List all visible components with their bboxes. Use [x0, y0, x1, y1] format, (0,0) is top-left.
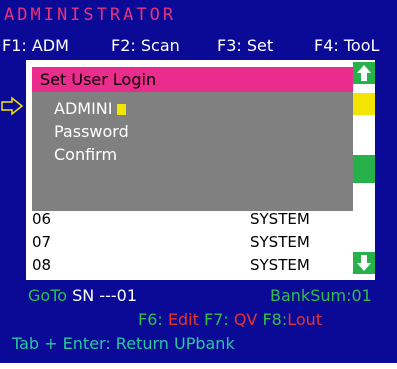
f1-adm-key[interactable]: F1: ADM — [2, 35, 69, 57]
function-key-bar: F1: ADM F2: Scan F3: Set F4: TooL — [0, 35, 397, 57]
f7-key: F7: — [203, 310, 229, 329]
f3-set-key[interactable]: F3: Set — [217, 35, 273, 57]
f7-qv-action[interactable]: QV — [234, 310, 258, 329]
f4-tool-key[interactable]: F4: TooL — [314, 35, 379, 57]
sn-label: SN ---01 — [72, 286, 138, 305]
scroll-down-button[interactable] — [353, 252, 375, 274]
scrollbar[interactable] — [353, 60, 375, 280]
arrow-up-icon — [357, 65, 371, 81]
scroll-up-button[interactable] — [353, 62, 375, 84]
password-field[interactable]: Password — [54, 121, 129, 143]
banksum-label: BankSum:01 — [270, 286, 372, 305]
arrow-right-outline-icon — [1, 96, 24, 116]
footer-hint: Tab + Enter: Return UPbank — [12, 334, 235, 353]
shortcut-bar: F6: Edit F7: QV F8:Lout — [138, 309, 322, 331]
f6-edit-action[interactable]: Edit — [168, 310, 199, 329]
list-row[interactable]: 07 SYSTEM — [26, 231, 356, 254]
goto-status: GoTo SN ---01 — [28, 285, 137, 307]
text-cursor — [117, 104, 126, 115]
row-name: SYSTEM — [250, 210, 310, 228]
row-number: 06 — [32, 210, 52, 228]
f8-lout-action[interactable]: Lout — [287, 310, 322, 329]
scroll-thumb[interactable] — [353, 155, 375, 183]
list-row[interactable]: 06 SYSTEM — [26, 208, 356, 231]
arrow-down-icon — [357, 255, 371, 271]
row-number: 07 — [32, 233, 52, 251]
confirm-field[interactable]: Confirm — [54, 144, 117, 166]
list-row[interactable]: 08 SYSTEM — [26, 254, 356, 277]
f2-scan-key[interactable]: F2: Scan — [111, 35, 180, 57]
row-name: SYSTEM — [250, 256, 310, 274]
screen-title: ADMINISTRATOR — [4, 5, 177, 25]
dialog-title: Set User Login — [32, 67, 353, 92]
f6-key: F6: — [138, 310, 163, 329]
username-field[interactable]: ADMINI — [54, 98, 112, 120]
set-user-login-dialog: Set User Login ADMINI Password Confirm — [32, 67, 353, 211]
scroll-position-marker — [353, 93, 375, 115]
osd-screen: ADMINISTRATOR F1: ADM F2: Scan F3: Set F… — [0, 0, 397, 363]
row-name: SYSTEM — [250, 233, 310, 251]
f8-key: F8: — [262, 310, 288, 329]
row-number: 08 — [32, 256, 52, 274]
goto-label[interactable]: GoTo — [28, 286, 67, 305]
